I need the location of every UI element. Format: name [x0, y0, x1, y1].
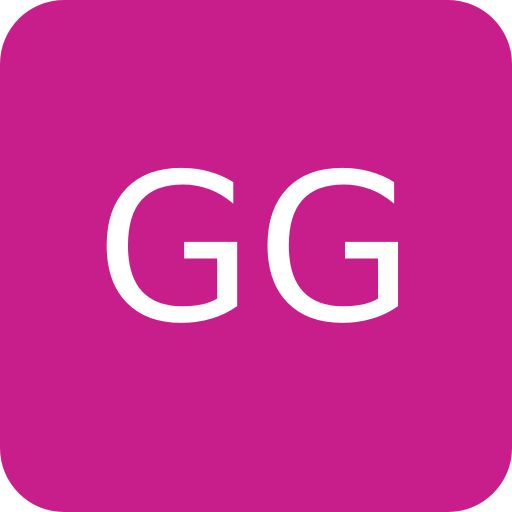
avatar: GG: [0, 0, 512, 512]
avatar-initials: GG: [95, 130, 417, 369]
